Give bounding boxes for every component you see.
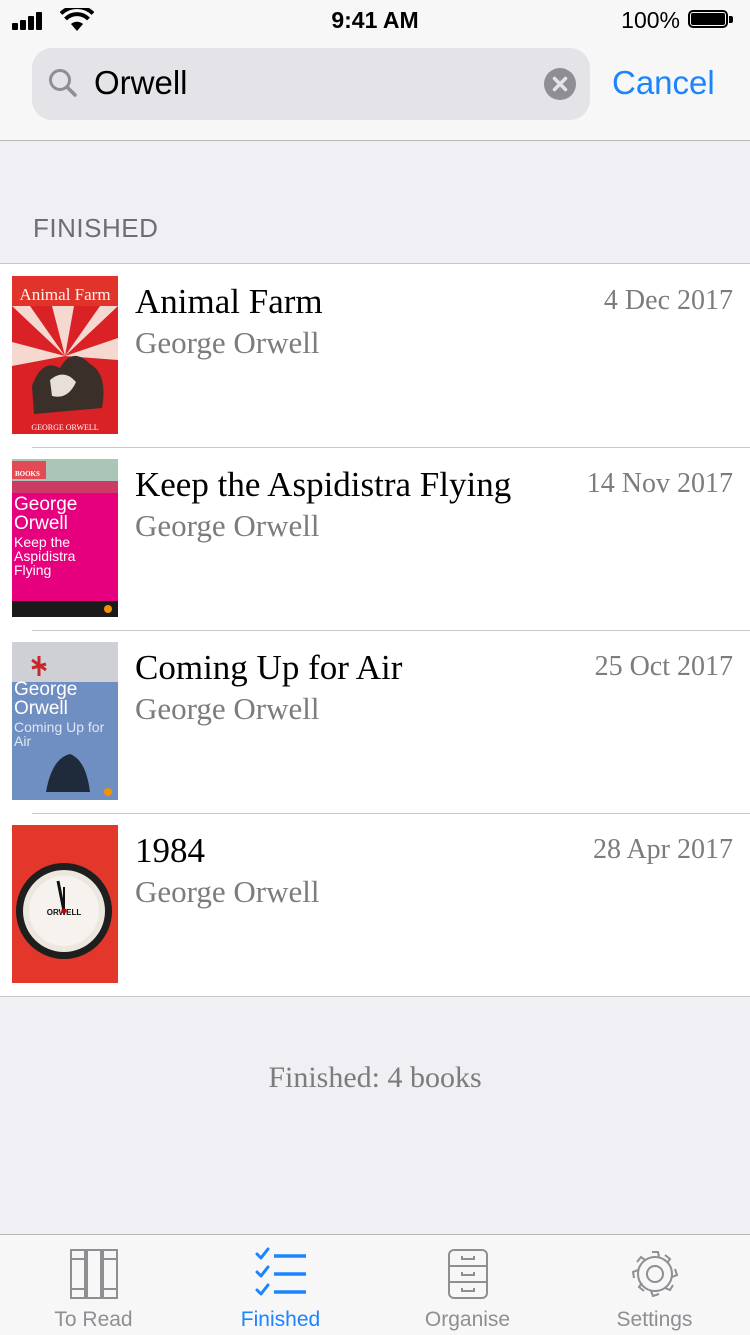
book-author: George Orwell [135,508,320,543]
clear-search-icon[interactable] [544,68,576,100]
book-title: 1984 [135,831,205,870]
gear-icon [631,1251,678,1298]
battery-percentage: 100% [621,7,680,33]
book-author: George Orwell [135,325,320,360]
cabinet-icon [447,1249,488,1299]
cover-publisher-text: BOOKS [15,470,40,478]
book-cover-keep-the-aspidistra-flying: BOOKS George Orwell Keep the Aspidistra … [12,459,118,617]
search-icon [49,69,77,97]
cover-title-text: Animal Farm [19,285,110,304]
cover-title-text: Keep the Aspidistra Flying [14,534,76,578]
status-bar: 9:41 AM 100% [0,0,750,40]
book-title: Keep the Aspidistra Flying [135,465,512,504]
tab-to-read[interactable]: To Read [0,1235,187,1335]
cover-author-text: George Orwell [14,680,78,719]
tab-organise[interactable]: Organise [374,1235,561,1335]
battery-icon [688,10,736,30]
tab-label: Settings [616,1308,693,1331]
tab-settings[interactable]: Settings [561,1235,748,1335]
cover-author-text: George Orwell [14,495,78,534]
finished-count: Finished: 4 books [268,1061,482,1094]
search-field[interactable]: Orwell [32,48,590,120]
bookshelf-icon [69,1249,118,1299]
book-row[interactable]: George Orwell Coming Up for Air Coming U… [0,630,750,813]
tab-label: Organise [424,1308,511,1331]
tab-label: To Read [54,1308,133,1331]
tab-bar: To Read Finished Organise Settings [0,1234,750,1335]
book-title: Animal Farm [135,282,323,321]
book-row[interactable]: BOOKS George Orwell Keep the Aspidistra … [0,447,750,630]
book-row[interactable]: Animal Farm GEORGE ORWELL Animal Farm Ge… [0,264,750,447]
book-finished-date: 14 Nov 2017 [586,468,733,499]
tab-label: Finished [240,1308,321,1331]
header: 9:41 AM 100% Orwell Cancel [0,0,750,141]
book-row[interactable]: ORWELL 1984 George Orwell 28 Apr 2017 [0,813,750,996]
book-title: Coming Up for Air [135,648,403,687]
book-list: Animal Farm GEORGE ORWELL Animal Farm Ge… [0,263,750,997]
book-finished-date: 4 Dec 2017 [603,285,733,316]
cancel-button[interactable]: Cancel [612,64,715,102]
book-cover-1984: ORWELL [12,825,118,983]
book-cover-coming-up-for-air: George Orwell Coming Up for Air [12,642,118,800]
book-author: George Orwell [135,874,320,909]
book-author: George Orwell [135,691,320,726]
book-finished-date: 28 Apr 2017 [593,834,733,865]
section-header: FINISHED [33,213,159,243]
search-input[interactable]: Orwell [94,64,188,102]
cover-author-text: GEORGE ORWELL [31,423,98,432]
cover-title-text: Coming Up for Air [14,719,105,749]
book-finished-date: 25 Oct 2017 [594,651,733,682]
checklist-icon [255,1247,306,1296]
tab-finished[interactable]: Finished [187,1235,374,1335]
book-cover-animal-farm: Animal Farm GEORGE ORWELL [12,276,118,434]
